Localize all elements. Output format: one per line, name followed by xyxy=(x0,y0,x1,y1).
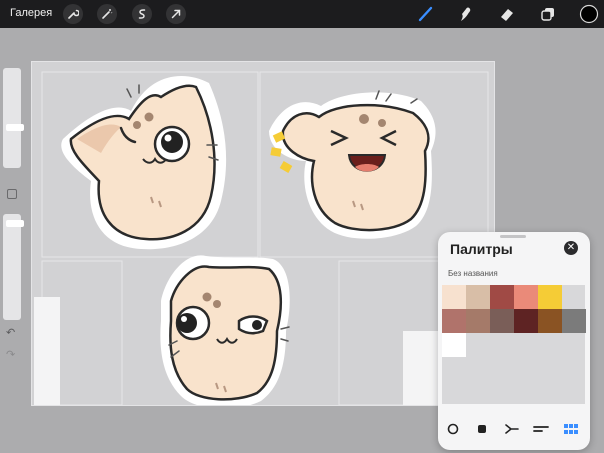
selection-icon xyxy=(138,9,146,19)
cat-sticker-wink xyxy=(61,76,227,250)
transform-button[interactable] xyxy=(166,4,186,24)
swatch[interactable] xyxy=(538,309,562,333)
square-icon xyxy=(478,425,486,433)
actions-button[interactable] xyxy=(63,4,83,24)
branch-icon xyxy=(505,424,519,434)
panel-grabber[interactable] xyxy=(500,235,526,238)
swatch[interactable] xyxy=(514,285,538,309)
swatch[interactable] xyxy=(490,309,514,333)
swatch[interactable] xyxy=(442,309,466,333)
swatch[interactable] xyxy=(538,285,562,309)
panel-title: Палитры xyxy=(450,241,513,257)
left-sidebar: ↶ ↷ xyxy=(0,66,24,366)
eraser-icon xyxy=(501,9,513,21)
swatch[interactable] xyxy=(514,309,538,333)
palette-view-grid[interactable] xyxy=(560,418,582,440)
swatch[interactable] xyxy=(466,333,490,357)
swatch[interactable] xyxy=(490,285,514,309)
brush-tool[interactable] xyxy=(416,4,436,24)
palette-name[interactable]: Без названия xyxy=(448,269,498,278)
palette-view-toolbar xyxy=(438,418,590,448)
palette-view-circle[interactable] xyxy=(442,418,464,440)
drawing-canvas[interactable] xyxy=(31,61,495,406)
opacity-handle[interactable] xyxy=(6,220,24,227)
opacity-slider[interactable] xyxy=(3,214,24,320)
swatch[interactable] xyxy=(442,333,466,357)
swatch[interactable] xyxy=(490,333,514,357)
eraser-tool[interactable] xyxy=(497,4,517,24)
grid-icon xyxy=(564,424,578,434)
brush-size-slider[interactable] xyxy=(3,68,24,168)
palette-view-square[interactable] xyxy=(471,418,493,440)
circle-icon xyxy=(447,423,459,435)
brush-icon xyxy=(418,6,433,22)
adjustments-button[interactable] xyxy=(97,4,117,24)
magic-wand-icon xyxy=(102,9,113,19)
close-icon[interactable]: ✕ xyxy=(564,241,578,255)
swatch[interactable] xyxy=(538,381,562,405)
color-button[interactable] xyxy=(579,4,599,24)
selection-button[interactable] xyxy=(132,4,152,24)
transform-arrow-icon xyxy=(171,9,181,19)
swatch-grid xyxy=(442,285,586,405)
wrench-icon xyxy=(68,9,79,19)
palettes-panel: Палитры ✕ Без названия xyxy=(438,232,590,450)
swatch[interactable] xyxy=(466,285,490,309)
cat-sticker-laugh xyxy=(269,90,436,239)
gallery-button[interactable]: Галерея xyxy=(10,7,52,19)
brush-size-handle[interactable] xyxy=(6,124,24,131)
eyedropper-button[interactable] xyxy=(7,189,17,199)
swatch[interactable] xyxy=(466,309,490,333)
layers-icon xyxy=(541,8,554,21)
undo-icon[interactable]: ↶ xyxy=(6,326,15,339)
smudge-tool[interactable] xyxy=(456,4,476,24)
cat-sticker-side-eye xyxy=(160,255,290,405)
redo-icon[interactable]: ↷ xyxy=(6,348,15,361)
swatch[interactable] xyxy=(442,285,466,309)
top-toolbar: Галерея xyxy=(0,0,604,28)
palette-view-harmony[interactable] xyxy=(501,418,523,440)
swatch[interactable] xyxy=(562,309,586,333)
palette-view-value[interactable] xyxy=(530,418,552,440)
layers-button[interactable] xyxy=(538,4,558,24)
lines-icon xyxy=(533,426,549,432)
swatch[interactable] xyxy=(562,381,586,405)
smudge-icon xyxy=(461,7,471,21)
sticker-artwork xyxy=(34,71,489,405)
color-picker-icon xyxy=(579,4,599,24)
